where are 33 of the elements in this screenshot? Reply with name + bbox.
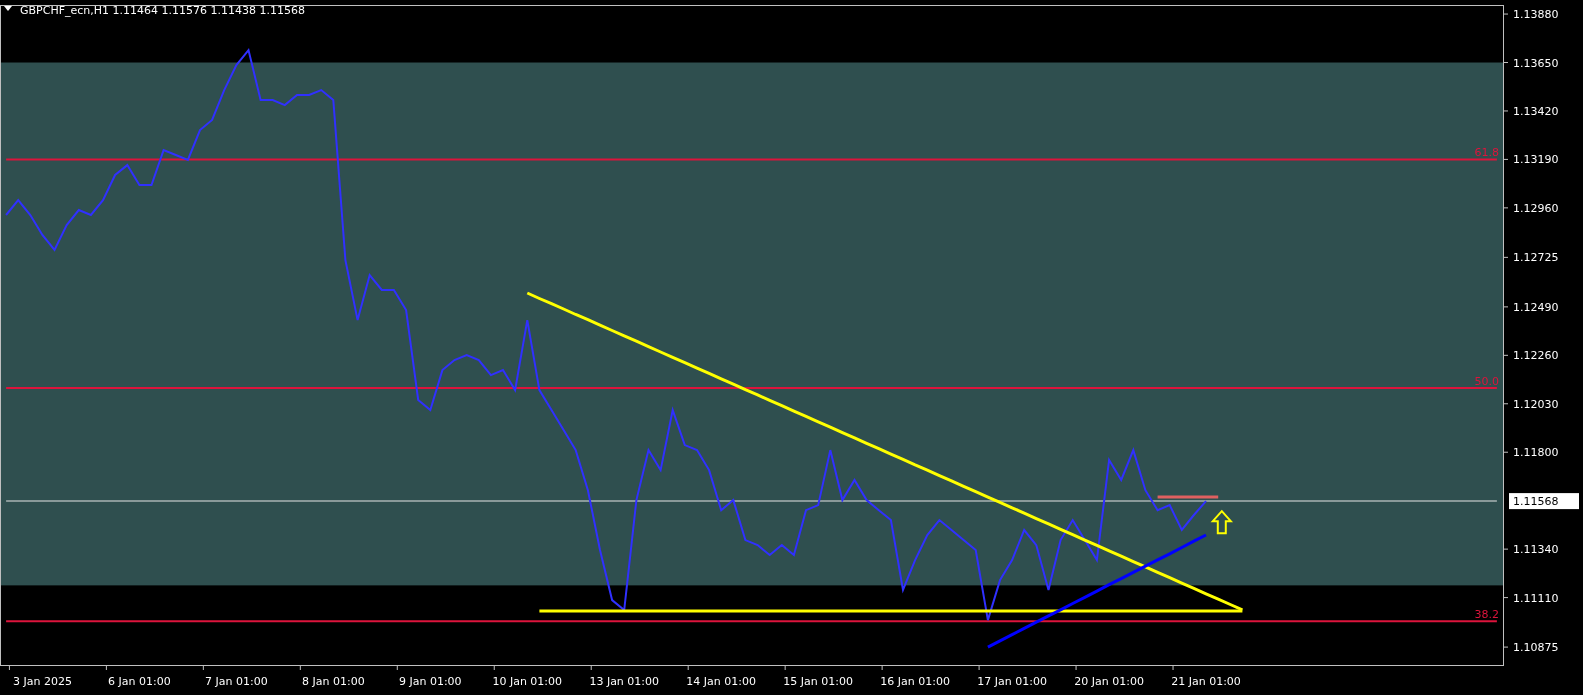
x-axis-label: 9 Jan 01:00 (398, 675, 462, 688)
x-axis-label: 17 Jan 01:00 (977, 675, 1047, 688)
y-axis-label: 1.13880 (1513, 8, 1559, 22)
y-axis-label: 1.13190 (1513, 153, 1559, 167)
x-axis-label: 15 Jan 01:00 (783, 675, 853, 688)
y-axis-label: 1.12725 (1513, 251, 1559, 265)
x-axis-label: 21 Jan 01:00 (1171, 675, 1241, 688)
up-arrow-icon (1210, 509, 1234, 535)
y-axis-label: 1.11340 (1513, 543, 1559, 557)
fibonacci-level-label: 61.8 (1474, 146, 1499, 160)
chart-title: GBPCHF_ecn,H1 1.11464 1.11576 1.11438 1.11568 (20, 4, 305, 17)
y-axis-label: 1.11800 (1513, 446, 1559, 460)
y-axis-label: 1.12260 (1513, 349, 1559, 363)
x-axis-label: 8 Jan 01:00 (302, 675, 365, 688)
y-axis-label: 1.13420 (1513, 104, 1559, 118)
x-axis-label: 14 Jan 01:00 (686, 675, 757, 688)
y-axis-label: 1.11110 (1513, 591, 1559, 605)
y-axis-label: 1.12490 (1513, 300, 1559, 314)
fibonacci-level-label: 50.0 (1474, 375, 1499, 388)
y-axis-label: 1.10875 (1513, 641, 1559, 655)
x-axis-label: 7 Jan 01:00 (205, 675, 268, 688)
y-axis-label: 1.12030 (1513, 397, 1559, 411)
x-axis-label: 20 Jan 01:00 (1074, 675, 1144, 688)
current-price-badge: 1.11568 (1509, 493, 1579, 510)
y-axis-label: 1.13650 (1513, 56, 1559, 70)
dropdown-caret-icon[interactable] (4, 6, 12, 11)
fibonacci-level-label: 38.2 (1474, 608, 1499, 622)
x-axis-label: 16 Jan 01:00 (880, 675, 950, 688)
y-axis-label: 1.12960 (1513, 201, 1559, 215)
x-axis-label: 3 Jan 2025 (12, 675, 72, 688)
x-axis-label: 10 Jan 01:00 (492, 675, 563, 688)
x-axis-label: 13 Jan 01:00 (589, 675, 660, 688)
x-axis-label: 6 Jan 01:00 (108, 675, 171, 688)
